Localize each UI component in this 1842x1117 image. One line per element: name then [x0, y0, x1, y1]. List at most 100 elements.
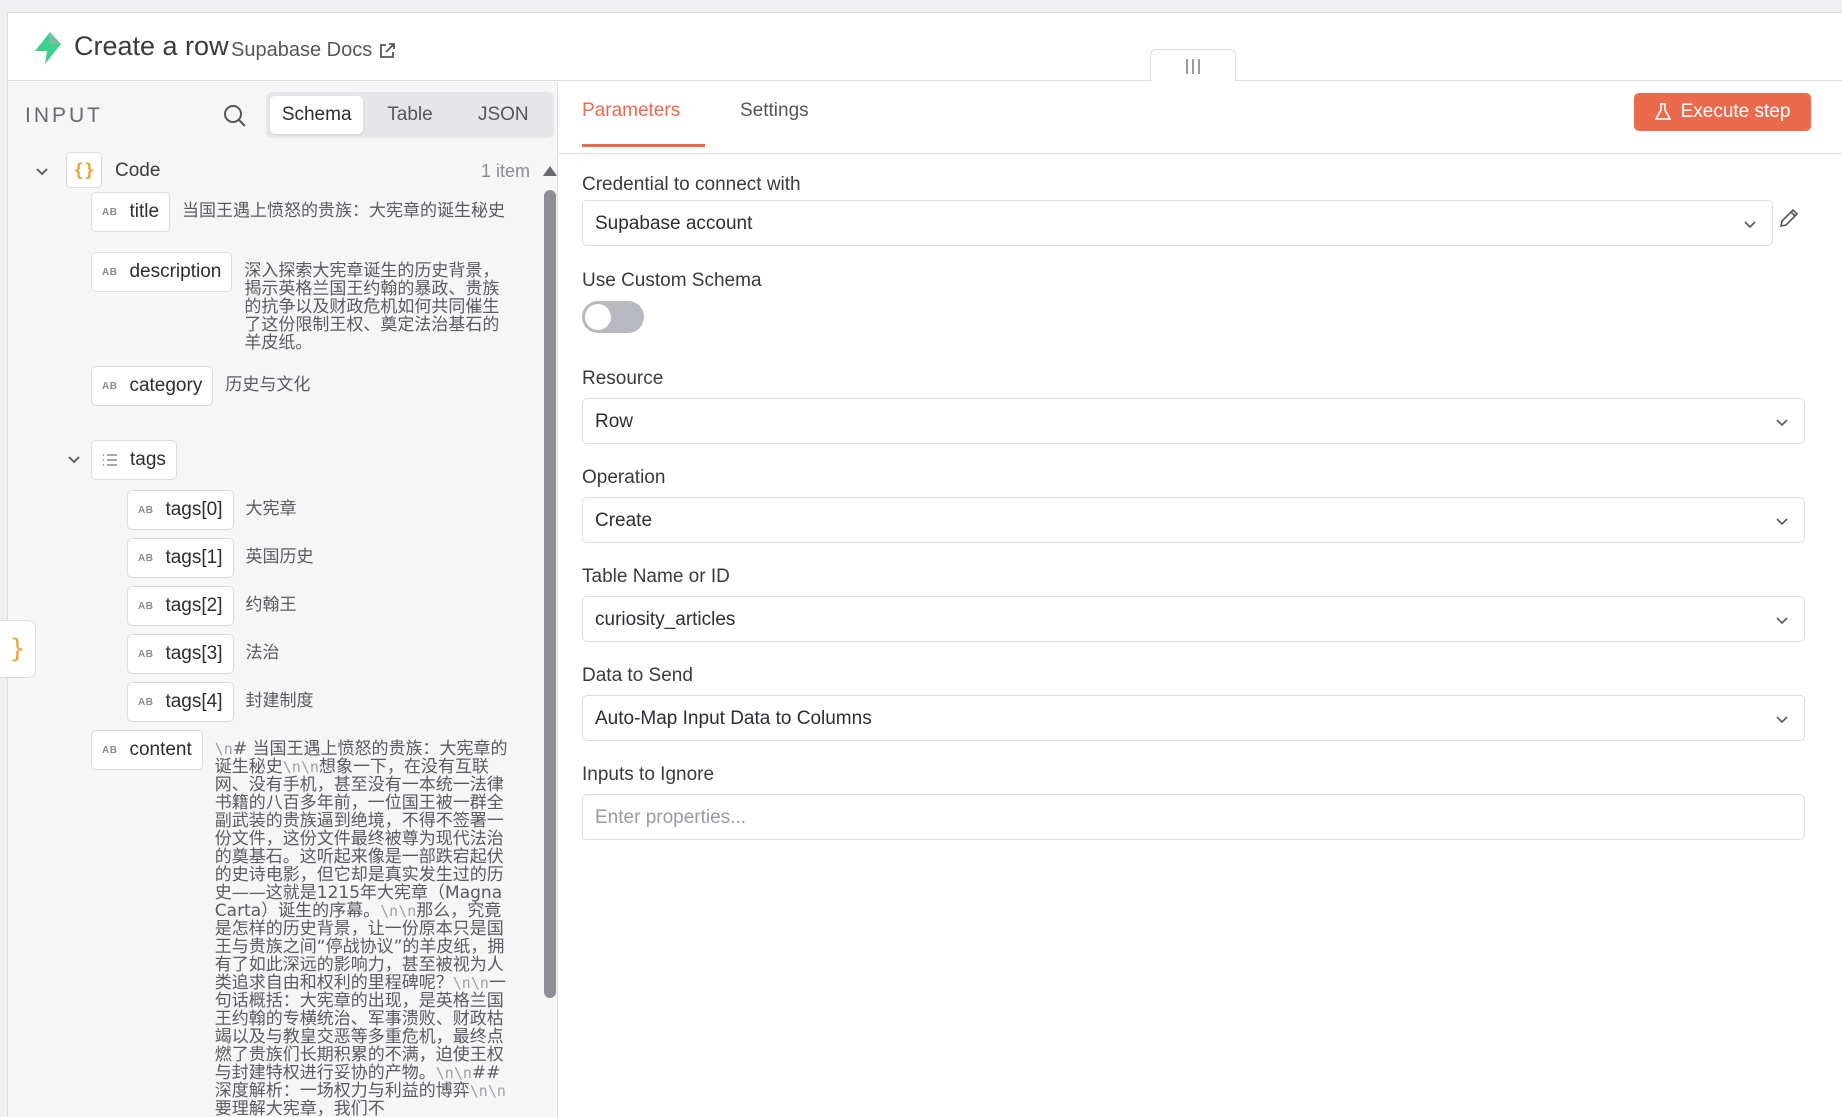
- field-key: tags[4]: [165, 691, 223, 712]
- newline-escape: \n: [453, 1064, 472, 1082]
- string-type-icon: AB: [102, 266, 118, 278]
- pencil-icon[interactable]: [1777, 206, 1801, 230]
- field-value: 当国王遇上愤怒的贵族：大宪章的诞生秘史: [182, 201, 506, 221]
- field-value: 封建制度: [245, 691, 314, 711]
- chevron-down-icon: [1776, 419, 1788, 427]
- field-chip[interactable]: AB tags[3]: [127, 634, 234, 674]
- field-value: 英国历史: [245, 547, 314, 567]
- tab-json[interactable]: JSON: [457, 96, 550, 134]
- node-modal: Create a row Supabase Docs INPUT Schema …: [7, 12, 1842, 1117]
- operation-select[interactable]: Create: [582, 497, 1805, 543]
- tab-settings[interactable]: Settings: [740, 100, 809, 144]
- scroll-up-arrow-icon[interactable]: [543, 166, 557, 176]
- inputs-to-ignore-input[interactable]: Enter properties...: [582, 794, 1805, 840]
- custom-schema-toggle[interactable]: [582, 301, 644, 333]
- resource-label: Resource: [582, 368, 664, 389]
- schema-field-description[interactable]: AB description 深入探索大宪章诞生的历史背景，揭示英格兰国王约翰的暴…: [91, 252, 536, 352]
- string-type-icon: AB: [102, 206, 118, 218]
- field-chip[interactable]: AB tags[2]: [127, 586, 234, 626]
- string-type-icon: AB: [138, 696, 154, 708]
- string-type-icon: AB: [138, 648, 154, 660]
- chevron-down-icon[interactable]: [66, 451, 82, 467]
- field-chip[interactable]: AB category: [91, 366, 214, 406]
- parameters-tabs: Parameters Settings Execute step: [559, 82, 1842, 154]
- chevron-down-icon: [1776, 518, 1788, 526]
- field-key: tags: [130, 449, 166, 470]
- scrollbar-thumb[interactable]: [544, 190, 556, 998]
- credential-select[interactable]: Supabase account: [582, 200, 1773, 246]
- newline-escape: \n: [282, 758, 301, 776]
- schema-field-tag[interactable]: AB tags[0] 大宪章: [127, 490, 297, 530]
- background-node-icon: }: [0, 620, 36, 678]
- execute-step-label: Execute step: [1680, 101, 1791, 122]
- data-to-send-value: Auto-Map Input Data to Columns: [595, 708, 872, 729]
- parameters-panel: Parameters Settings Execute step Credent…: [559, 82, 1842, 1117]
- data-to-send-select[interactable]: Auto-Map Input Data to Columns: [582, 695, 1805, 741]
- inputs-to-ignore-placeholder: Enter properties...: [595, 807, 747, 828]
- chevron-down-icon: [1776, 617, 1788, 625]
- resource-select[interactable]: Row: [582, 398, 1805, 444]
- schema-field-tag[interactable]: AB tags[2] 约翰王: [127, 586, 297, 626]
- newline-escape: \n: [470, 974, 489, 992]
- field-value: 深入探索大宪章诞生的历史背景，揭示英格兰国王约翰的暴政、贵族的抗争以及财政危机如…: [244, 261, 500, 353]
- string-type-icon: AB: [102, 744, 118, 756]
- node-title: Create a row: [74, 31, 229, 61]
- tab-table[interactable]: Table: [363, 96, 456, 134]
- panel-drag-handle[interactable]: [1150, 49, 1236, 82]
- field-key: title: [129, 201, 160, 222]
- field-key: tags[0]: [165, 499, 223, 520]
- node-row[interactable]: {} Code 1 item: [8, 152, 538, 192]
- data-to-send-label: Data to Send: [582, 665, 693, 686]
- field-chip[interactable]: tags: [91, 440, 177, 480]
- table-value: curiosity_articles: [595, 609, 736, 630]
- field-value: 历史与文化: [225, 375, 311, 395]
- schema-field-tags[interactable]: tags: [91, 440, 177, 480]
- schema-field-content[interactable]: AB content \n# 当国王遇上愤怒的贵族：大宪章的诞生秘史\n\n想象一…: [91, 730, 536, 1117]
- view-mode-switch: Schema Table JSON: [266, 92, 554, 138]
- tab-parameters[interactable]: Parameters: [582, 100, 705, 147]
- field-key: category: [129, 375, 203, 396]
- field-chip[interactable]: AB title: [91, 192, 171, 232]
- content-paragraph: 想象一下，在没有互联网、没有手机，甚至没有一本统一法律书籍的八百多年前，一位国王…: [214, 757, 504, 921]
- string-type-icon: AB: [102, 380, 118, 392]
- schema-field-tag[interactable]: AB tags[1] 英国历史: [127, 538, 314, 578]
- operation-value: Create: [595, 510, 653, 531]
- table-select[interactable]: curiosity_articles: [582, 596, 1805, 642]
- chevron-down-icon: [1776, 716, 1788, 724]
- schema-field-tag[interactable]: AB tags[4] 封建制度: [127, 682, 314, 722]
- newline-escape: \n: [452, 974, 471, 992]
- field-chip[interactable]: AB tags[0]: [127, 490, 234, 530]
- field-key: tags[1]: [165, 547, 223, 568]
- field-value: \n# 当国王遇上愤怒的贵族：大宪章的诞生秘史\n\n想象一下，在没有互联网、没…: [215, 740, 510, 1117]
- field-value: 约翰王: [245, 595, 297, 615]
- tab-schema[interactable]: Schema: [270, 96, 364, 134]
- input-panel: INPUT Schema Table JSON {} Code 1 item A…: [8, 82, 558, 1117]
- chevron-down-icon[interactable]: [34, 163, 50, 179]
- schema-field-category[interactable]: AB category 历史与文化: [91, 366, 536, 406]
- field-chip[interactable]: AB tags[4]: [127, 682, 234, 722]
- newline-escape: \n: [398, 902, 417, 920]
- string-type-icon: AB: [138, 552, 154, 564]
- newline-escape: \n: [487, 1082, 506, 1100]
- code-node-icon: {}: [66, 152, 102, 188]
- search-icon[interactable]: [221, 102, 249, 130]
- newline-escape: \n: [380, 902, 399, 920]
- field-chip[interactable]: AB description: [91, 252, 233, 292]
- field-chip[interactable]: AB tags[1]: [127, 538, 234, 578]
- schema-field-title[interactable]: AB title 当国王遇上愤怒的贵族：大宪章的诞生秘史: [91, 192, 536, 232]
- field-value: 大宪章: [245, 499, 297, 519]
- field-chip[interactable]: AB content: [91, 730, 203, 770]
- schema-field-tag[interactable]: AB tags[3] 法治: [127, 634, 280, 674]
- string-type-icon: AB: [138, 504, 154, 516]
- execute-step-button[interactable]: Execute step: [1634, 93, 1811, 131]
- operation-label: Operation: [582, 467, 666, 488]
- external-link-icon: [380, 42, 396, 58]
- content-paragraph: 要理解大宪章，我们不: [214, 1099, 385, 1117]
- item-count: 1 item: [480, 161, 530, 181]
- docs-link[interactable]: Supabase Docs: [231, 39, 396, 62]
- supabase-logo-icon: [35, 32, 61, 64]
- docs-link-label: Supabase Docs: [231, 39, 373, 61]
- newline-escape: \n: [300, 758, 319, 776]
- field-key: tags[2]: [165, 595, 223, 616]
- list-icon: [103, 454, 117, 466]
